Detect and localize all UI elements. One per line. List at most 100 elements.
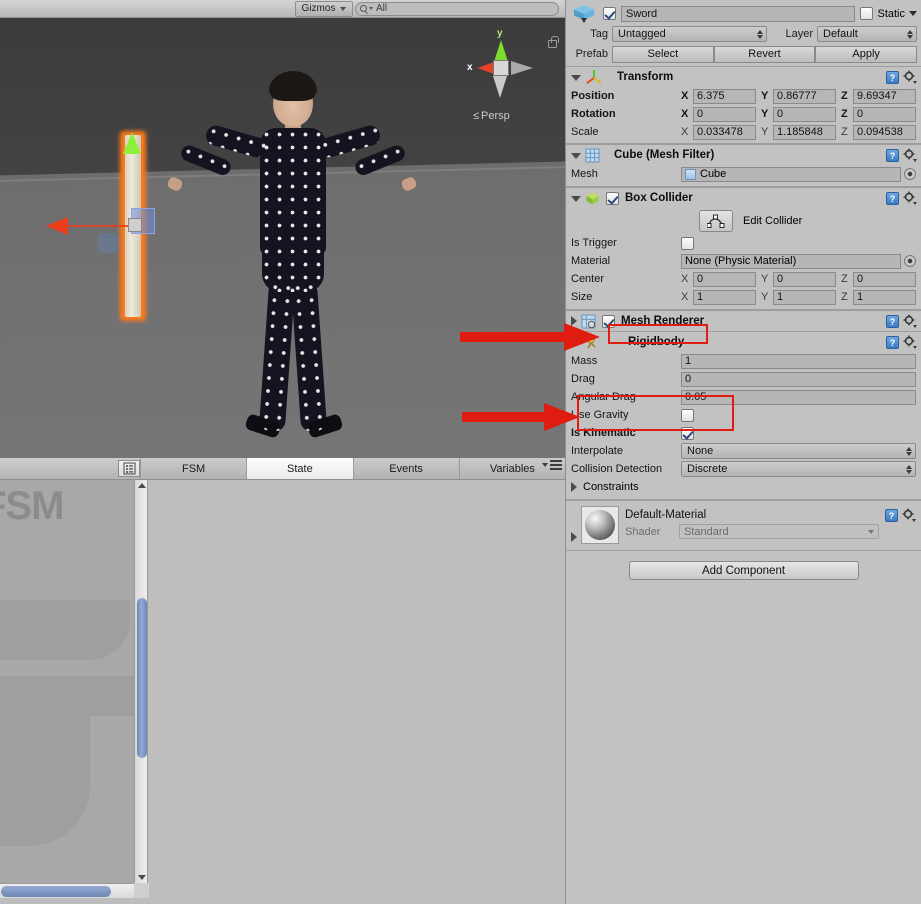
object-picker-icon[interactable] bbox=[904, 255, 916, 267]
foldout-closed-icon[interactable] bbox=[571, 316, 577, 326]
playmaker-fsm-panel[interactable]: FSM State Events Variables FSM bbox=[0, 458, 565, 904]
scene-view[interactable]: Gizmos All y x ≤ Persp bbox=[0, 0, 565, 458]
is-trigger-checkbox[interactable] bbox=[681, 236, 694, 250]
rotation-z-input[interactable]: 0 bbox=[853, 106, 916, 122]
size-x-input[interactable]: 1 bbox=[693, 289, 756, 305]
mesh-renderer-enabled-checkbox[interactable] bbox=[602, 314, 615, 328]
chevron-down-icon[interactable] bbox=[909, 11, 917, 16]
gameobject-enabled-checkbox[interactable] bbox=[603, 7, 616, 20]
help-icon[interactable]: ? bbox=[885, 508, 898, 522]
gizmo-center-handle[interactable] bbox=[128, 218, 142, 232]
tab-fsm[interactable]: FSM bbox=[140, 458, 247, 479]
scroll-up-icon[interactable] bbox=[138, 483, 146, 488]
center-x-input[interactable]: 0 bbox=[693, 271, 756, 287]
foldout-open-icon[interactable] bbox=[571, 153, 581, 159]
box-collider-header[interactable]: Box Collider ? bbox=[566, 187, 921, 208]
gear-icon[interactable] bbox=[903, 191, 917, 205]
gizmo-x-axis-arrow[interactable] bbox=[46, 217, 68, 235]
fsm-graph-area[interactable]: FSM bbox=[0, 480, 134, 883]
inspector-panel[interactable]: Sword Static Tag Untagged Layer Default bbox=[565, 0, 921, 904]
gear-icon[interactable] bbox=[903, 335, 917, 349]
size-y-input[interactable]: 1 bbox=[773, 289, 836, 305]
gizmo-y-axis-arrow[interactable] bbox=[123, 132, 141, 154]
use-gravity-checkbox[interactable] bbox=[681, 408, 694, 422]
mesh-renderer-header[interactable]: Mesh Renderer ? bbox=[566, 310, 921, 331]
lock-icon[interactable] bbox=[548, 36, 559, 48]
mesh-label: Mesh bbox=[571, 168, 598, 180]
help-icon[interactable]: ? bbox=[886, 314, 899, 328]
position-z-input[interactable]: 9.69347 bbox=[853, 88, 916, 104]
rigidbody-header[interactable]: Rigidbody ? bbox=[566, 331, 921, 352]
scene-view-axis-gizmo[interactable]: y x ≤ Persp bbox=[463, 28, 541, 128]
position-x-input[interactable]: 6.375 bbox=[693, 88, 756, 104]
axis-center-cube-icon[interactable] bbox=[493, 60, 509, 76]
prefab-apply-button[interactable]: Apply bbox=[815, 45, 918, 63]
tab-events[interactable]: Events bbox=[352, 458, 459, 479]
physic-material-field[interactable]: None (Physic Material) bbox=[681, 253, 901, 269]
gear-icon[interactable] bbox=[902, 508, 916, 522]
mesh-filter-header[interactable]: Cube (Mesh Filter) ? bbox=[566, 144, 921, 165]
size-z-input[interactable]: 1 bbox=[853, 289, 916, 305]
is-kinematic-checkbox[interactable] bbox=[681, 426, 694, 440]
foldout-closed-icon[interactable] bbox=[571, 482, 577, 492]
drag-input[interactable]: 0 bbox=[681, 371, 916, 387]
object-picker-icon[interactable] bbox=[904, 168, 916, 180]
help-icon[interactable]: ? bbox=[886, 148, 899, 162]
position-y-input[interactable]: 0.86777 bbox=[773, 88, 836, 104]
list-view-icon[interactable] bbox=[118, 460, 140, 477]
static-checkbox[interactable] bbox=[860, 7, 874, 20]
box-collider-enabled-checkbox[interactable] bbox=[606, 191, 619, 205]
center-z-input[interactable]: 0 bbox=[853, 271, 916, 287]
help-icon[interactable]: ? bbox=[886, 335, 899, 349]
foldout-open-icon[interactable] bbox=[571, 75, 581, 81]
scene-search-input[interactable]: All bbox=[355, 1, 559, 16]
center-y-input[interactable]: 0 bbox=[773, 271, 836, 287]
position-y-value: 0.86777 bbox=[777, 90, 817, 102]
axis-negy-cone-icon[interactable] bbox=[493, 76, 507, 98]
gizmo-z-handle[interactable] bbox=[98, 233, 118, 253]
gear-icon[interactable] bbox=[903, 148, 917, 162]
help-icon[interactable]: ? bbox=[886, 191, 899, 205]
angular-drag-input[interactable]: 0.05 bbox=[681, 389, 916, 405]
axis-y-label: y bbox=[497, 28, 503, 39]
foldout-open-icon[interactable] bbox=[571, 196, 581, 202]
fsm-horizontal-scrollbar[interactable] bbox=[0, 883, 148, 898]
mesh-object-field[interactable]: Cube bbox=[681, 166, 901, 182]
axis-z-cone-icon[interactable] bbox=[511, 61, 533, 75]
scale-y-input[interactable]: 1.185848 bbox=[773, 124, 836, 140]
chevron-down-icon bbox=[868, 529, 874, 534]
scale-z-input[interactable]: 0.094538 bbox=[853, 124, 916, 140]
gear-icon[interactable] bbox=[903, 314, 917, 328]
add-component-button[interactable]: Add Component bbox=[628, 561, 859, 580]
layer-dropdown[interactable]: Default bbox=[817, 26, 917, 42]
size-z-value: 1 bbox=[857, 291, 864, 303]
mass-input[interactable]: 1 bbox=[681, 353, 916, 369]
perspective-toggle[interactable]: ≤ Persp bbox=[473, 110, 510, 122]
fsm-vertical-scroll-thumb[interactable] bbox=[137, 598, 147, 758]
panel-options-menu[interactable] bbox=[542, 460, 562, 470]
help-icon[interactable]: ? bbox=[886, 70, 899, 84]
prefab-revert-button[interactable]: Revert bbox=[713, 45, 816, 63]
tab-state[interactable]: State bbox=[246, 458, 353, 479]
fsm-state-editor-area[interactable] bbox=[149, 480, 565, 904]
gizmos-dropdown[interactable]: Gizmos bbox=[295, 0, 353, 17]
rotation-y-input[interactable]: 0 bbox=[773, 106, 836, 122]
gear-icon[interactable] bbox=[903, 70, 917, 84]
scale-x-input[interactable]: 0.033478 bbox=[693, 124, 756, 140]
fsm-vertical-scrollbar[interactable] bbox=[134, 480, 148, 883]
fsm-horizontal-scroll-thumb[interactable] bbox=[1, 886, 111, 897]
transform-header[interactable]: Transform ? bbox=[566, 66, 921, 87]
shader-dropdown[interactable]: Standard bbox=[679, 524, 879, 539]
interpolate-dropdown[interactable]: None bbox=[681, 443, 916, 459]
tag-dropdown[interactable]: Untagged bbox=[612, 26, 767, 42]
prefab-select-button[interactable]: Select bbox=[612, 45, 714, 63]
mocap-character-model[interactable] bbox=[166, 66, 418, 458]
scroll-down-icon[interactable] bbox=[138, 875, 146, 880]
edit-collider-button[interactable] bbox=[699, 210, 733, 232]
constraints-row[interactable]: Constraints bbox=[566, 478, 921, 496]
foldout-closed-icon[interactable] bbox=[571, 532, 577, 542]
scene-canvas[interactable]: y x ≤ Persp bbox=[0, 18, 565, 458]
rotation-x-input[interactable]: 0 bbox=[693, 106, 756, 122]
gameobject-name-input[interactable]: Sword bbox=[621, 5, 856, 22]
collision-detection-dropdown[interactable]: Discrete bbox=[681, 461, 916, 477]
